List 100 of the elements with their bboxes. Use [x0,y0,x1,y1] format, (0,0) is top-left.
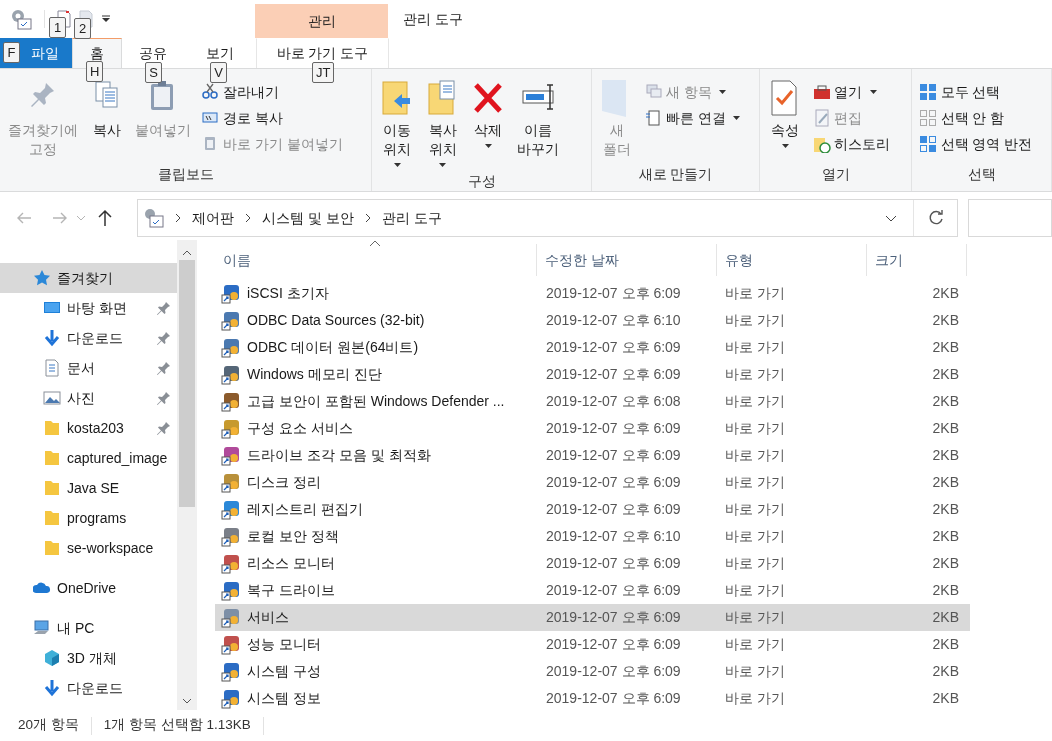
ribbon-button[interactable]: 선택 영역 반전 [916,131,1036,157]
up-icon [98,209,112,227]
ribbon-button[interactable]: 이동 위치 [376,75,418,171]
tree-item[interactable]: 사진 [0,383,177,413]
chevron-right-icon [175,213,181,223]
ribbon-button[interactable]: 이름 바꾸기 [512,75,563,171]
ribbon-button[interactable]: 복사 위치 [421,75,464,171]
file-row[interactable]: ODBC 데이터 원본(64비트) 2019-12-07 오후 6:09 바로 가기 2KB [215,334,970,361]
file-size: 2KB [931,689,960,708]
file-size: 2KB [931,500,960,519]
file-row[interactable]: 고급 보안이 포함된 Windows Defender ... 2019-12-07 오후 6:08 바로 가기 2KB [215,388,970,415]
tree-item[interactable]: Java SE [0,473,177,503]
file-date: 2019-12-07 오후 6:08 [545,392,682,411]
shortcut-icon [221,607,241,628]
ribbon-button[interactable]: 삭제 [467,75,509,171]
scrollbar-thumb[interactable] [179,260,195,507]
column-header[interactable]: 수정한 날짜 [537,244,717,276]
caret-icon [781,143,789,148]
file-type: 바로 가기 [724,419,786,438]
scrollbar[interactable] [177,240,197,710]
status-text: 1개 항목 선택함 1.13KB [103,716,251,735]
file-name: 성능 모니터 [247,635,321,654]
address-bar[interactable]: 제어판 시스템 및 보안 관리 도구 [137,199,958,237]
ribbon-tab[interactable]: 홈 [72,38,122,68]
ribbon-button[interactable]: 모두 선택 [916,79,1004,105]
column-header[interactable]: 크기 [867,244,967,276]
file-size: 2KB [931,581,960,600]
file-row[interactable]: 레지스트리 편집기 2019-12-07 오후 6:09 바로 가기 2KB [215,496,970,523]
windows-icon [644,83,663,101]
tree-item[interactable]: 3D 개체 [0,643,177,673]
tree-label: 3D 개체 [67,648,118,668]
file-type: 바로 가기 [724,365,786,384]
folder-icon [43,509,61,527]
tree-item[interactable]: 내 PC [0,613,177,643]
shortcut-icon [221,472,241,493]
folder-icon [43,479,61,497]
caret-icon [393,162,401,167]
file-row[interactable]: 드라이브 조각 모음 및 최적화 2019-12-07 오후 6:09 바로 가기 2KB [215,442,970,469]
ribbon-button[interactable]: 선택 안 함 [916,105,1008,131]
file-row[interactable]: 서비스 2019-12-07 오후 6:09 바로 가기 2KB [215,604,970,631]
tree-item[interactable]: 문서 [0,353,177,383]
keytip: JT [312,62,335,83]
tree-item[interactable]: se-workspace [0,533,177,563]
tree-item[interactable]: programs [0,503,177,533]
caret-icon [733,116,741,120]
breadcrumb[interactable]: 시스템 및 보안 [262,207,354,229]
file-date: 2019-12-07 오후 6:09 [545,284,682,303]
file-size: 2KB [931,338,960,357]
breadcrumb[interactable]: 제어판 [192,207,234,229]
file-row[interactable]: 성능 모니터 2019-12-07 오후 6:09 바로 가기 2KB [215,631,970,658]
file-row[interactable]: 시스템 정보 2019-12-07 오후 6:09 바로 가기 2KB [215,685,970,710]
file-name: Windows 메모리 진단 [247,365,382,384]
shortcut-icon [221,418,241,439]
file-date: 2019-12-07 오후 6:09 [545,338,682,357]
file-row[interactable]: ODBC Data Sources (32-bit) 2019-12-07 오후 6:10 바로 가기 2KB [215,307,970,334]
file-row[interactable]: Windows 메모리 진단 2019-12-07 오후 6:09 바로 가기 2KB [215,361,970,388]
ribbon-button[interactable]: 열기 [809,79,880,105]
breadcrumb[interactable]: 관리 도구 [381,207,442,229]
tree-item[interactable]: kosta203 [0,413,177,443]
ribbon-button[interactable]: 히스토리 [809,131,893,157]
tree-label: 사진 [67,388,96,408]
file-type: 바로 가기 [724,284,786,303]
star-icon [33,269,51,287]
tree-item[interactable]: OneDrive [0,573,177,603]
tree-item[interactable]: captured_image [0,443,177,473]
file-date: 2019-12-07 오후 6:09 [545,662,682,681]
tree-item[interactable]: 다운로드 [0,673,177,703]
group-label: 열기 [820,165,851,184]
file-name: 시스템 구성 [247,662,321,681]
group-label: 새로 만들기 [637,165,714,184]
file-type: 바로 가기 [724,473,786,492]
ribbon-button[interactable]: 경로 복사 [198,105,286,131]
pin-icon [157,331,171,345]
file-date: 2019-12-07 오후 6:09 [545,635,682,654]
grid-icon [919,109,937,127]
file-row[interactable]: 시스템 구성 2019-12-07 오후 6:09 바로 가기 2KB [215,658,970,685]
tree-item[interactable]: 다운로드 [0,323,177,353]
file-size: 2KB [931,554,960,573]
file-size: 2KB [931,527,960,546]
tree-item[interactable]: 즐겨찾기 [0,263,177,293]
ribbon-button[interactable]: 속성 [764,75,806,164]
column-header[interactable]: 이름 [215,244,537,276]
tree-item[interactable]: 바탕 화면 [0,293,177,323]
ribbon-button[interactable]: 빠른 연결 [641,105,744,131]
tree-label: 내 PC [57,618,96,638]
keytip: H [86,61,104,82]
group-label: 구성 [466,171,497,191]
file-row[interactable]: 복구 드라이브 2019-12-07 오후 6:09 바로 가기 2KB [215,577,970,604]
file-name: 복구 드라이브 [247,581,335,600]
column-header[interactable]: 유형 [717,244,867,276]
file-name: 드라이브 조각 모음 및 최적화 [247,446,431,465]
file-row[interactable]: 로컬 보안 정책 2019-12-07 오후 6:10 바로 가기 2KB [215,523,970,550]
file-row[interactable]: 디스크 정리 2019-12-07 오후 6:09 바로 가기 2KB [215,469,970,496]
file-row[interactable]: 구성 요소 서비스 2019-12-07 오후 6:09 바로 가기 2KB [215,415,970,442]
pin-icon [157,421,171,435]
folder-icon [43,449,61,467]
file-type: 바로 가기 [724,581,786,600]
file-row[interactable]: iSCSI 초기자 2019-12-07 오후 6:09 바로 가기 2KB [215,280,970,307]
search-field[interactable] [968,199,1052,237]
file-row[interactable]: 리소스 모니터 2019-12-07 오후 6:09 바로 가기 2KB [215,550,970,577]
